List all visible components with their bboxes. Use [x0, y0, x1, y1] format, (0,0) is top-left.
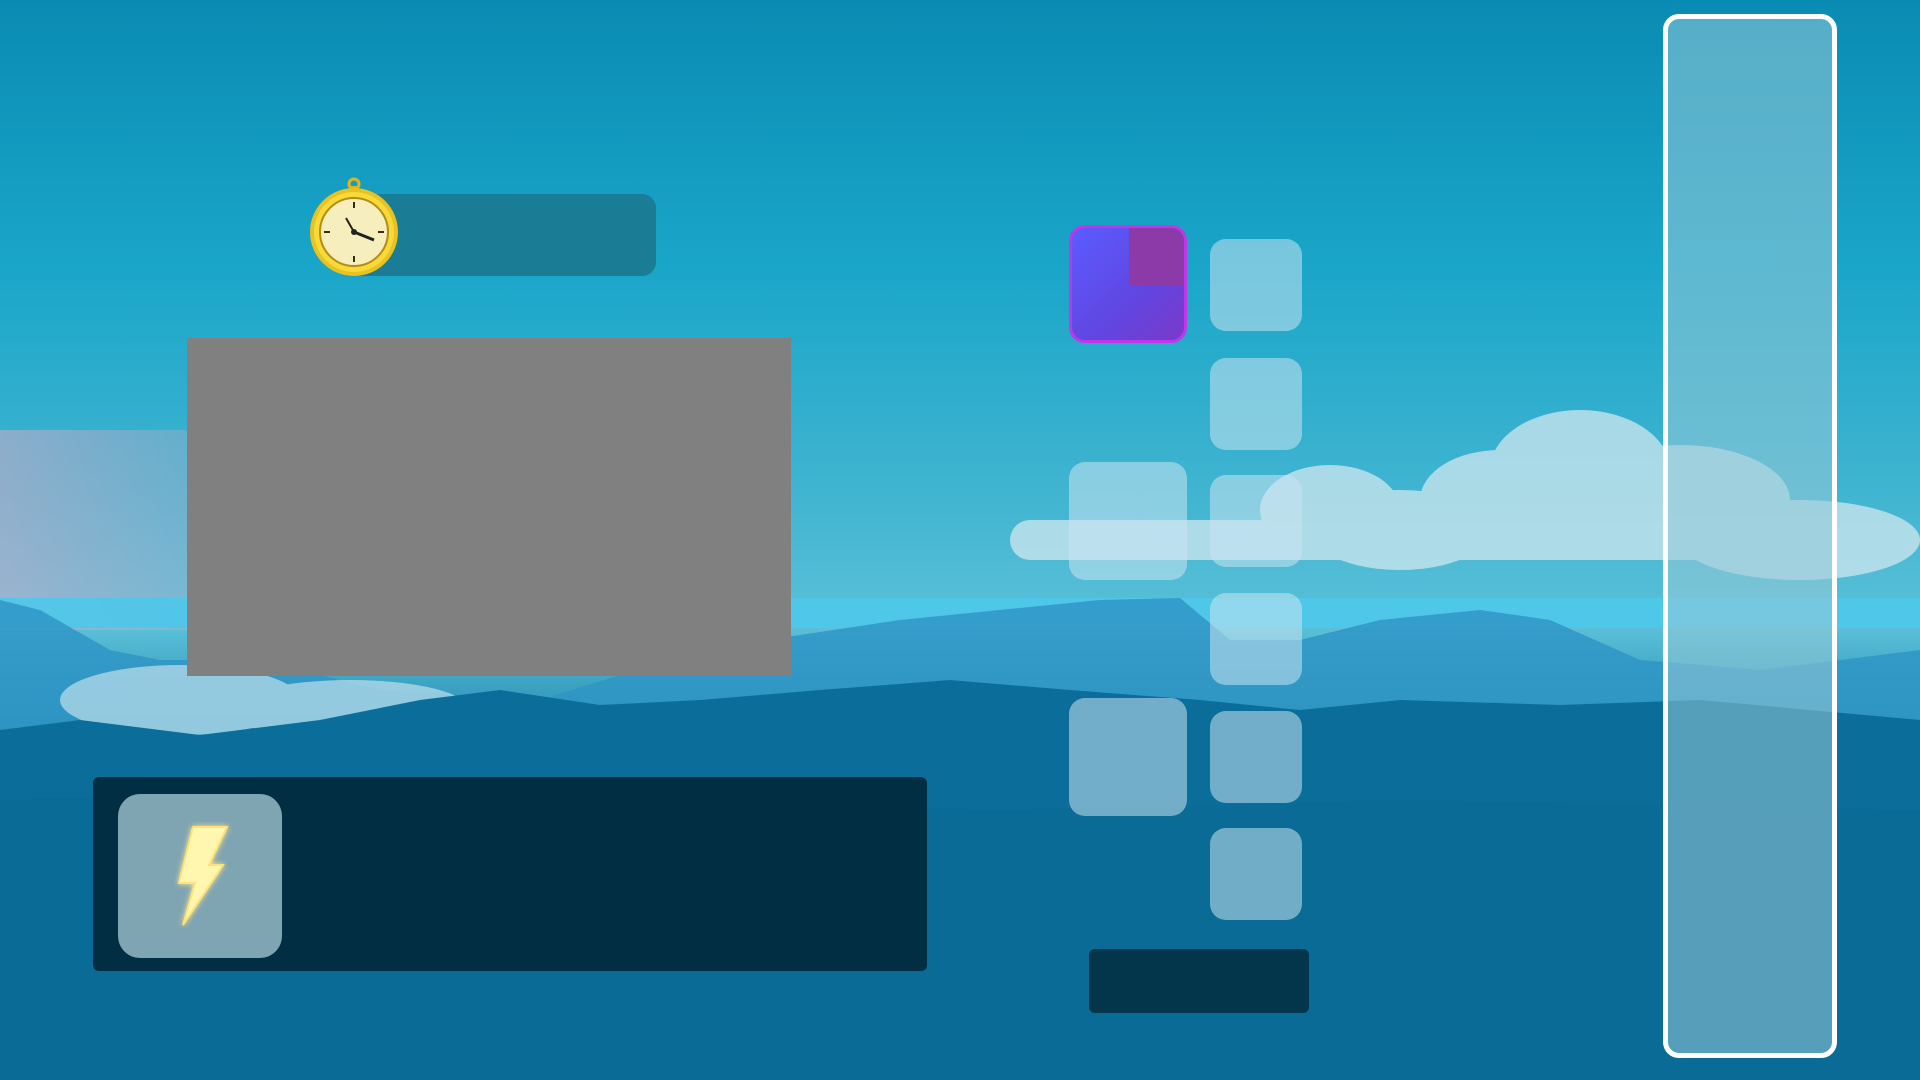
pocket-watch-icon — [310, 177, 398, 276]
slot-big-3[interactable] — [1069, 698, 1187, 816]
slot-small-4[interactable] — [1210, 593, 1302, 685]
vertical-meter — [1663, 14, 1837, 1058]
slot-small-2[interactable] — [1210, 358, 1302, 450]
confirm-button[interactable] — [1089, 949, 1309, 1013]
power-button[interactable] — [118, 794, 282, 958]
slot-big-2[interactable] — [1069, 462, 1187, 580]
media-placeholder — [187, 338, 791, 676]
lightning-bolt-icon — [177, 826, 229, 926]
slot-active[interactable] — [1069, 225, 1187, 343]
slot-small-6[interactable] — [1210, 828, 1302, 920]
slot-small-5[interactable] — [1210, 711, 1302, 803]
slot-small-1[interactable] — [1210, 239, 1302, 331]
slot-small-3[interactable] — [1210, 475, 1302, 567]
